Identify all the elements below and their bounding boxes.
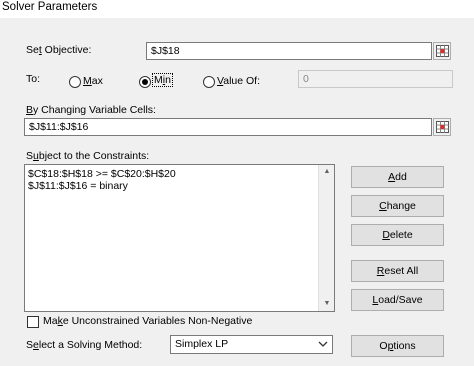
solving-method-select[interactable]: Simplex LP xyxy=(170,335,333,354)
window-title: Solver Parameters xyxy=(2,1,98,13)
add-button[interactable]: Add xyxy=(351,166,444,188)
constraints-label: Subject to the Constraints: xyxy=(26,150,150,162)
change-button[interactable]: Change xyxy=(351,195,444,217)
min-label: Min xyxy=(152,73,173,87)
solving-method-label: Select a Solving Method: xyxy=(26,339,143,351)
valueof-input[interactable]: 0 xyxy=(298,70,453,88)
constraint-item[interactable]: $C$18:$H$18 >= $C$20:$H$20 xyxy=(28,168,176,180)
valueof-label: Value Of: xyxy=(217,75,261,87)
changing-cells-label: By Changing Variable Cells: xyxy=(26,104,156,116)
objective-value: $J$18 xyxy=(151,45,180,57)
solving-method-value: Simplex LP xyxy=(175,338,229,350)
max-label: Max xyxy=(83,75,103,87)
valueof-value: 0 xyxy=(303,73,309,85)
range-select-icon xyxy=(435,45,449,57)
changing-cells-range-button[interactable] xyxy=(433,118,451,136)
reset-all-button[interactable]: Reset All xyxy=(351,260,444,282)
objective-range-button[interactable] xyxy=(433,42,451,60)
constraints-list[interactable]: $C$18:$H$18 >= $C$20:$H$20 $J$11:$J$16 =… xyxy=(24,164,335,312)
nonneg-label: Make Unconstrained Variables Non-Negativ… xyxy=(43,315,253,327)
constraint-item[interactable]: $J$11:$J$16 = binary xyxy=(28,180,128,192)
scroll-up-icon[interactable]: ▲ xyxy=(319,168,335,176)
delete-button[interactable]: Delete xyxy=(351,224,444,246)
scroll-down-icon[interactable]: ▼ xyxy=(319,300,335,308)
options-button[interactable]: Options xyxy=(351,335,444,357)
load-save-button[interactable]: Load/Save xyxy=(351,289,444,311)
changing-cells-input[interactable]: $J$11:$J$16 xyxy=(24,118,432,136)
nonneg-checkbox[interactable] xyxy=(27,316,39,328)
valueof-radio[interactable] xyxy=(203,76,215,88)
min-radio[interactable] xyxy=(139,76,151,88)
constraints-scrollbar[interactable]: ▲ ▼ xyxy=(318,165,334,311)
min-radio-selected-dot xyxy=(142,79,148,85)
to-label: To: xyxy=(26,73,41,85)
range-select-icon xyxy=(435,121,449,133)
chevron-down-icon[interactable] xyxy=(318,340,328,350)
set-objective-label: Set Objective: xyxy=(26,44,92,56)
objective-input[interactable]: $J$18 xyxy=(146,42,432,60)
changing-cells-value: $J$11:$J$16 xyxy=(29,121,89,133)
max-radio[interactable] xyxy=(69,76,81,88)
